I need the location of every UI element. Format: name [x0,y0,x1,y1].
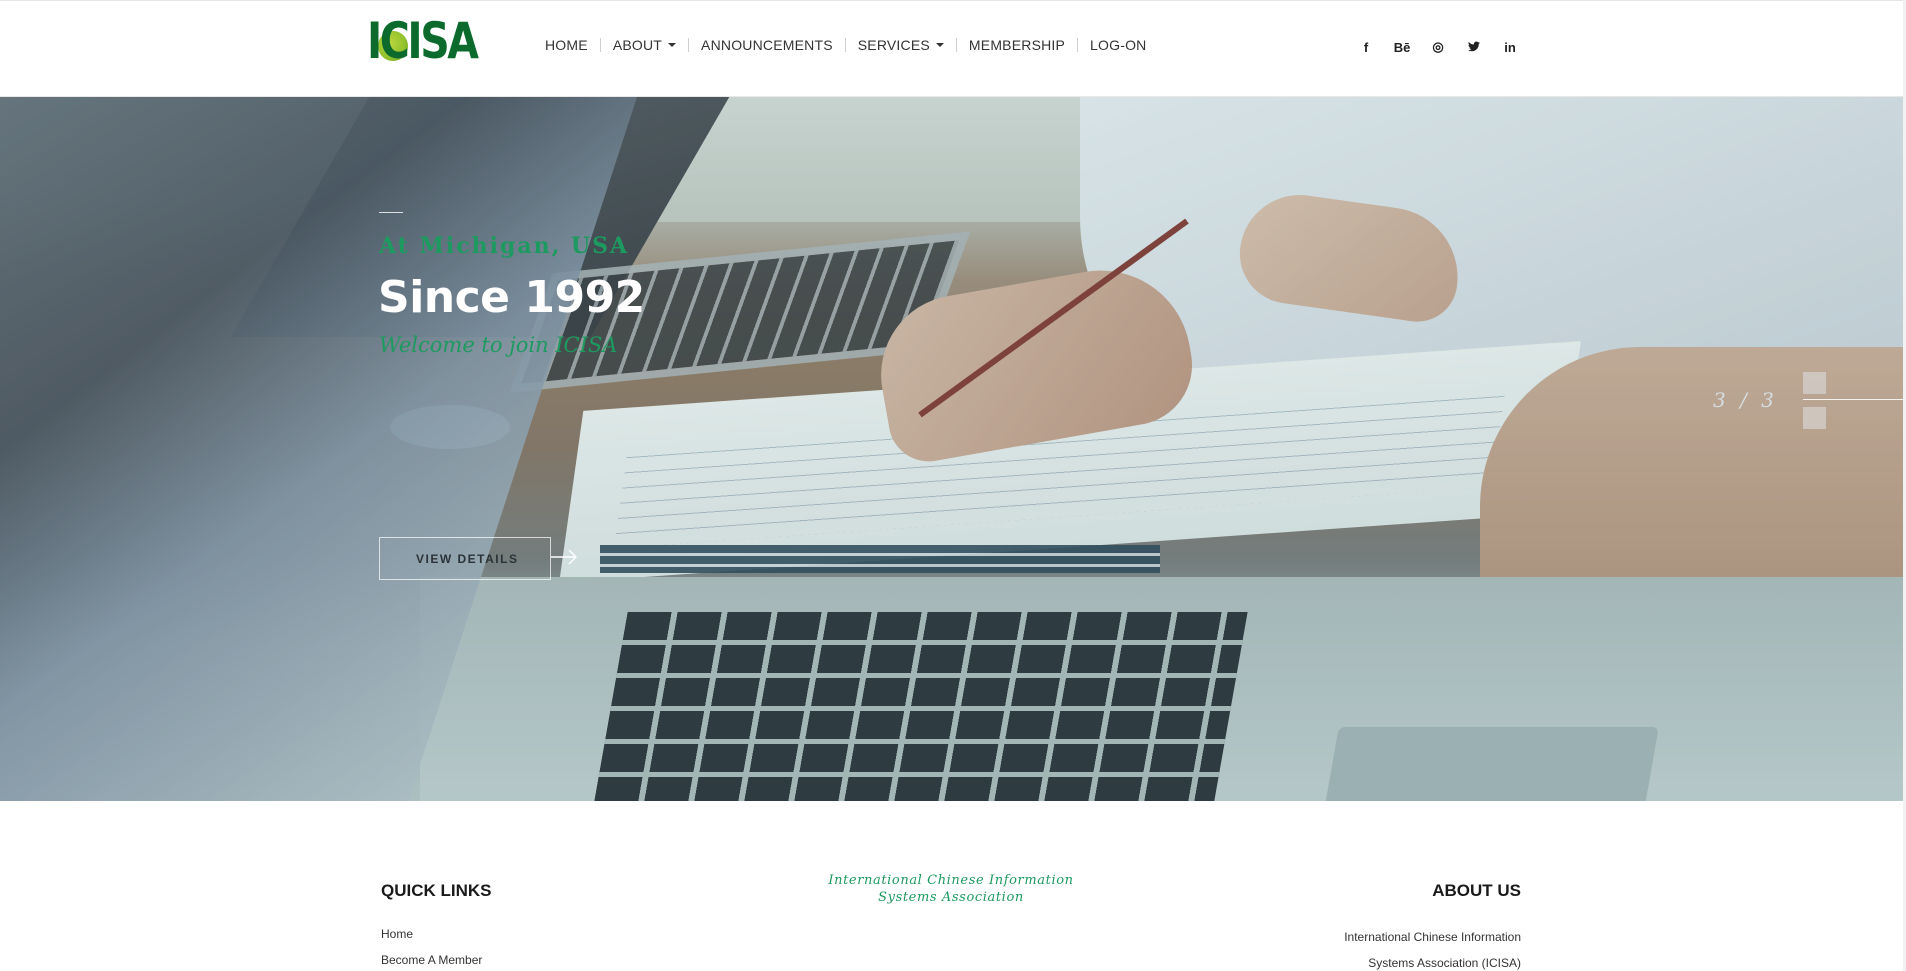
nav-announcements-label: ANNOUNCEMENTS [701,37,833,53]
slide-prev-button[interactable] [1803,372,1826,394]
nav-services[interactable]: SERVICES [844,37,956,53]
nav-home[interactable]: HOME [545,38,600,52]
view-details-button[interactable]: VIEW DETAILS [379,537,551,580]
slide-counter: 3 / 3 [1713,388,1778,412]
instagram-icon[interactable]: ◎ [1420,39,1456,55]
caret-down-icon [668,43,677,47]
nav-about-label: ABOUT [612,37,663,53]
about-us-title: ABOUT US [1432,881,1521,900]
nav-services-label: SERVICES [857,37,930,53]
logo[interactable]: ICISA [367,12,501,70]
facebook-icon[interactable]: f [1348,40,1384,55]
linkedin-icon[interactable]: in [1492,40,1528,55]
nav-home-label: HOME [545,37,588,53]
view-details-label: VIEW DETAILS [416,551,519,566]
nav-announcements[interactable]: ANNOUNCEMENTS [688,38,845,52]
hero-image-tint [0,97,1903,801]
nav-about[interactable]: ABOUT [599,37,688,53]
nav-membership[interactable]: MEMBERSHIP [955,37,1077,53]
slide-next-button[interactable] [1803,407,1826,429]
hero-tagline: Welcome to join ICISA [379,333,618,357]
about-us-text-line: International Chinese Information [1344,930,1521,944]
quick-link-become-member[interactable]: Become A Member [381,953,482,967]
about-us-text-line: Systems Association (ICISA) [1368,956,1521,970]
caption-rule [379,212,403,213]
main-nav: HOME ABOUT ANNOUNCEMENTS SERVICES MEMBER… [545,38,1158,52]
caret-down-icon [935,43,944,47]
nav-membership-label: MEMBERSHIP [968,37,1066,53]
hero-slider [0,97,1903,801]
logo-text: ICISA [367,12,479,70]
quick-links-title: QUICK LINKS [381,881,492,900]
social-links: f Bē ◎ in [1348,39,1528,55]
arrow-right-icon[interactable] [551,547,577,567]
quick-link-home[interactable]: Home [381,927,413,941]
site-header: ICISA HOME ABOUT ANNOUNCEMENTS SERVICES … [0,0,1906,97]
nav-log-on[interactable]: LOG-ON [1077,38,1158,52]
nav-log-on-label: LOG-ON [1090,37,1147,53]
hero-headline: Since 1992 [378,272,645,323]
org-name: International Chinese Information System… [828,873,1074,905]
twitter-icon[interactable] [1456,40,1492,55]
slide-counter-rule [1803,399,1903,400]
hero-location: At Michigan, USA [379,233,630,259]
behance-icon[interactable]: Bē [1384,40,1420,55]
